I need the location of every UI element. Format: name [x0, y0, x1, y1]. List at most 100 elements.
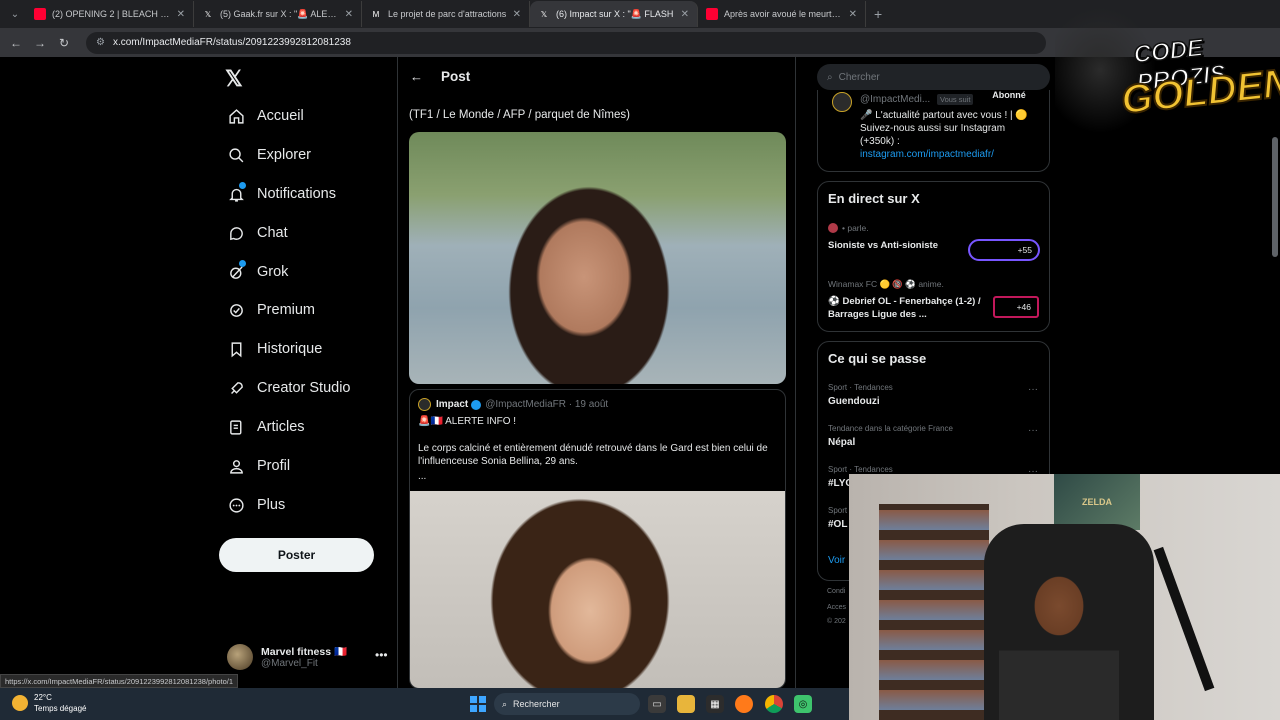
trend-item[interactable]: #OL	[828, 519, 847, 530]
quoted-text-ellipsis: ...	[418, 471, 427, 482]
live-card: En direct sur X • parle. Sioniste vs Ant…	[817, 181, 1050, 332]
follow-button[interactable]: Abonné	[976, 90, 1042, 102]
post-header: ← Post	[398, 57, 795, 95]
weather-moon-icon	[12, 695, 28, 711]
trend-item[interactable]: Guendouzi	[828, 396, 880, 407]
webcam-overlay: ZELDA	[849, 474, 1280, 720]
firefox-icon[interactable]	[735, 695, 753, 713]
footer-copyright: © 202	[827, 618, 846, 625]
x-logo-icon[interactable]: 𝕏	[225, 66, 243, 92]
more-circle-icon	[227, 496, 245, 514]
account-switcher[interactable]: Marvel fitness 🇫🇷 @Marvel_Fit •••	[227, 644, 388, 670]
site-favicon-icon: M	[372, 9, 380, 19]
grok-icon	[227, 260, 246, 281]
nav-item-premium[interactable]: Premium	[227, 295, 315, 325]
footer-link[interactable]: Condi	[827, 588, 845, 595]
nav-item-explorer[interactable]: Explorer	[227, 140, 311, 170]
tab-search-icon[interactable]: ⌄	[4, 4, 26, 24]
live-participants-pill[interactable]: +46	[993, 296, 1039, 318]
home-icon	[227, 107, 245, 125]
nav-item-historique[interactable]: Historique	[227, 334, 322, 364]
nav-item-notifications[interactable]: Notifications	[227, 179, 336, 209]
youtube-favicon-icon	[706, 8, 718, 20]
bookshelf	[879, 504, 989, 720]
show-more-link[interactable]: Voir	[828, 555, 845, 566]
browser-tab[interactable]: (2) OPENING 2 | BLEACH | D-te ✕	[26, 1, 194, 27]
avatar	[418, 398, 431, 411]
avatar	[828, 223, 838, 233]
search-input[interactable]: ⌕ Chercher	[817, 64, 1050, 90]
mic-arm	[1153, 546, 1215, 692]
nav-item-articles[interactable]: Articles	[227, 412, 305, 442]
reload-icon[interactable]: ↻	[52, 36, 76, 50]
search-icon	[227, 146, 245, 164]
live-item-title[interactable]: Sioniste vs Anti-sioniste	[828, 239, 988, 252]
live-card-title: En direct sur X	[828, 191, 920, 206]
nav-item-creator-studio[interactable]: Creator Studio	[227, 373, 351, 403]
browser-tab-active[interactable]: 𝕏 (6) Impact sur X : "🚨 FLASH ✕	[530, 1, 698, 27]
live-item-meta: Winamax FC 🟡 🔞 ⚽ anime.	[828, 279, 944, 289]
bell-icon	[227, 182, 246, 203]
profile-card: @ImpactMedi... Vous suit Abonné 🎤 L'actu…	[817, 90, 1050, 172]
x-favicon-icon: 𝕏	[204, 9, 212, 19]
close-tab-icon[interactable]: ✕	[177, 9, 185, 20]
app-icon[interactable]: ◎	[794, 695, 812, 713]
stream-overlay-logo: CODE PROZIS GOLDENG	[1055, 0, 1280, 150]
more-dots-icon[interactable]: ···	[1028, 384, 1038, 395]
quoted-text-line: Le corps calciné et entièrement dénudé r…	[418, 443, 768, 467]
search-icon: ⌕	[502, 698, 508, 709]
youtube-favicon-icon	[34, 8, 46, 20]
nav-item-plus[interactable]: Plus	[227, 490, 285, 520]
post-button[interactable]: Poster	[219, 538, 374, 572]
site-info-icon[interactable]: ⚙	[96, 37, 105, 48]
verified-badge-icon	[471, 399, 482, 410]
scrollbar-thumb[interactable]	[1272, 137, 1278, 257]
bookmark-icon	[227, 340, 245, 358]
new-tab-icon[interactable]: +	[874, 6, 882, 22]
close-tab-icon[interactable]: ✕	[849, 9, 857, 20]
quoted-post[interactable]: Impact @ImpactMediaFR · 19 août 🚨🇫🇷 ALER…	[409, 389, 786, 688]
browser-tab[interactable]: Après avoir avoué le meurtre d ✕	[698, 1, 866, 27]
quoted-post-header: Impact @ImpactMediaFR · 19 août	[418, 398, 608, 411]
live-item-title[interactable]: ⚽ Debrief OL - Fenerbahçe (1-2) / Barrag…	[828, 295, 988, 321]
taskbar-search-input[interactable]: ⌕ Rechercher	[494, 693, 640, 715]
close-tab-icon[interactable]: ✕	[681, 9, 689, 20]
status-url-tooltip: https://x.com/ImpactMediaFR/status/20912…	[0, 674, 239, 688]
chat-icon	[227, 224, 245, 242]
post-photo[interactable]	[409, 132, 786, 384]
x-favicon-icon: 𝕏	[540, 9, 548, 19]
quoted-post-photo[interactable]	[410, 491, 785, 688]
nav-item-chat[interactable]: Chat	[227, 218, 288, 248]
wall-poster: ZELDA	[1054, 474, 1140, 530]
grok-dot	[239, 260, 246, 267]
weather-widget[interactable]: 22°C Temps dégagé	[12, 692, 86, 714]
chrome-icon[interactable]	[765, 695, 783, 713]
task-view-icon[interactable]: ▭	[648, 695, 666, 713]
close-tab-icon[interactable]: ✕	[513, 9, 521, 20]
quoted-text-line: 🚨🇫🇷 ALERTE INFO !	[418, 416, 517, 427]
footer-link[interactable]: Acces	[827, 604, 846, 611]
nav-item-accueil[interactable]: Accueil	[227, 101, 304, 131]
notification-dot	[239, 182, 246, 189]
rocket-icon	[227, 379, 245, 397]
post-column: ← Post (TF1 / Le Monde / AFP / parquet d…	[397, 57, 796, 688]
store-icon[interactable]: ▦	[706, 695, 724, 713]
url-input[interactable]: ⚙ x.com/ImpactMediaFR/status/209122399281…	[86, 31, 1046, 54]
more-dots-icon[interactable]: ···	[1028, 425, 1038, 436]
more-dots-icon[interactable]: •••	[375, 648, 388, 662]
avatar	[832, 92, 852, 112]
live-participants-pill[interactable]: +55	[968, 239, 1040, 261]
profile-link[interactable]: instagram.com/impactmediafr/	[860, 149, 1040, 160]
trend-item[interactable]: Népal	[828, 437, 855, 448]
nav-item-grok[interactable]: Grok	[227, 257, 288, 287]
file-explorer-icon[interactable]	[677, 695, 695, 713]
browser-tab[interactable]: M Le projet de parc d'attractions ✕	[362, 1, 530, 27]
browser-tab[interactable]: 𝕏 (5) Gaak.fr sur X : "🚨 ALERTE : ✕	[194, 1, 362, 27]
back-arrow-icon[interactable]: ←	[4, 36, 28, 50]
close-tab-icon[interactable]: ✕	[345, 9, 353, 20]
windows-start-icon[interactable]	[470, 696, 486, 712]
nav-item-profil[interactable]: Profil	[227, 451, 290, 481]
back-arrow-icon[interactable]: ←	[410, 69, 423, 84]
search-icon: ⌕	[827, 71, 833, 83]
forward-arrow-icon[interactable]: →	[28, 36, 52, 50]
